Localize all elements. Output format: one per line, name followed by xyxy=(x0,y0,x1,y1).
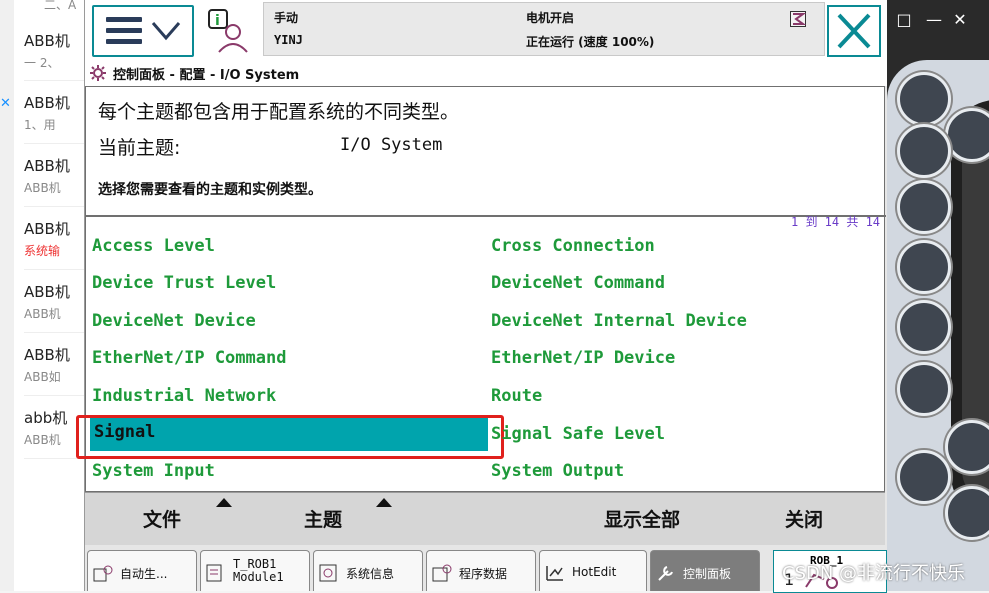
command-bar: 文件 主题 显示全部 关闭 xyxy=(85,492,885,545)
chevron-down-icon xyxy=(151,22,181,41)
close-icon[interactable]: ✕ xyxy=(0,96,11,111)
minimize-icon[interactable]: — xyxy=(923,10,945,32)
increment-button[interactable] xyxy=(897,300,951,354)
status-panel: 手动 YINJ 电机开启 正在运行 (速度 100%) xyxy=(263,2,825,56)
show-all-button[interactable]: 显示全部 xyxy=(604,505,680,532)
motion-mode-button[interactable] xyxy=(897,240,951,294)
close-button[interactable] xyxy=(827,5,881,57)
topic-system-output[interactable]: System Output xyxy=(491,461,624,481)
flexpendant-window: i 手动 YINJ 电机开启 正在运行 (速度 100%) 控制面板 - 配置 … xyxy=(76,0,887,593)
bg-top-text: 二、A xyxy=(44,0,77,12)
hamburger-icon xyxy=(106,17,142,44)
highlight-box xyxy=(76,415,504,459)
topic-ethernetip-command[interactable]: EtherNet/IP Command xyxy=(92,348,286,368)
module-icon xyxy=(206,564,222,582)
system-info-icon xyxy=(319,564,337,582)
list-item[interactable]: ABB机 ABB机 xyxy=(24,155,84,196)
window-title: 控制面板 - 配置 - I/O System xyxy=(113,68,300,83)
program-data-icon xyxy=(432,564,452,582)
list-item[interactable]: abb机 ABB机 xyxy=(24,407,84,448)
close-view-button[interactable]: 关闭 xyxy=(785,505,823,532)
topic-menu-button[interactable]: 主题 xyxy=(304,505,342,532)
hardware-button-1[interactable] xyxy=(897,72,951,126)
description-text: 每个主题都包含用于配置系统的不同类型。 xyxy=(98,101,460,123)
config-content: 每个主题都包含用于配置系统的不同类型。 当前主题: I/O System 选择您… xyxy=(76,86,886,492)
task-t-rob1-module1[interactable]: T_ROB1 Module1 xyxy=(200,550,310,591)
file-menu-button[interactable]: 文件 xyxy=(143,505,181,532)
top-bar: i 手动 YINJ 电机开启 正在运行 (速度 100%) xyxy=(85,0,887,60)
list-item[interactable]: ABB机 ABB如 xyxy=(24,344,84,385)
topic-devicenet-device[interactable]: DeviceNet Device xyxy=(92,311,256,331)
divider xyxy=(86,215,886,217)
window-title-bar: 控制面板 - 配置 - I/O System xyxy=(85,60,887,86)
main-menu-button[interactable] xyxy=(92,5,194,57)
topic-access-level[interactable]: Access Level xyxy=(92,236,215,256)
task-control-panel[interactable]: 控制面板 xyxy=(650,550,760,591)
hardware-button-menu[interactable] xyxy=(897,362,951,416)
task-system-info[interactable]: 系统信息 xyxy=(313,550,423,591)
instruction-text: 选择您需要查看的主题和实例类型。 xyxy=(98,182,322,198)
current-topic-value: I/O System xyxy=(340,135,443,155)
list-item[interactable]: ABB机一 2、 xyxy=(24,30,84,71)
list-item[interactable]: ABB机 ABB机 xyxy=(24,281,84,322)
pager-text: 1 到 14 共 14 xyxy=(791,215,881,229)
topic-ethernetip-device[interactable]: EtherNet/IP Device xyxy=(491,348,675,368)
pendant-hardware: □ — ✕ xyxy=(887,0,989,591)
step-back-button[interactable] xyxy=(897,450,951,504)
menu-up-arrow-icon xyxy=(216,498,232,507)
topic-devicenet-command[interactable]: DeviceNet Command xyxy=(491,273,665,293)
task-program-data[interactable]: 程序数据 xyxy=(426,550,536,591)
topic-route[interactable]: Route xyxy=(491,386,542,406)
event-log-icon[interactable] xyxy=(790,11,806,27)
mechanical-unit-button[interactable] xyxy=(897,180,951,234)
topic-system-input[interactable]: System Input xyxy=(92,461,215,481)
topic-device-trust-level[interactable]: Device Trust Level xyxy=(92,273,276,293)
gear-icon xyxy=(90,65,106,81)
task-auto-generated[interactable]: 自动生... xyxy=(87,550,197,591)
topic-cross-connection[interactable]: Cross Connection xyxy=(491,236,655,256)
mode-text: 手动 xyxy=(274,11,299,25)
station-text: YINJ xyxy=(274,33,303,47)
auto-icon xyxy=(93,565,113,582)
list-item[interactable]: ABB机 系统输 xyxy=(24,218,84,259)
maximize-icon[interactable]: □ xyxy=(893,10,915,32)
task-hotedit[interactable]: HotEdit xyxy=(539,550,647,591)
run-state-text: 正在运行 (速度 100%) xyxy=(526,35,655,49)
list-item[interactable]: ABB机 1、用 xyxy=(24,92,84,133)
svg-text:i: i xyxy=(215,13,220,29)
motor-state-text: 电机开启 xyxy=(526,11,575,25)
window-close-icon[interactable]: ✕ xyxy=(949,10,971,32)
taskbar: 自动生... T_ROB1 Module1 系统信息 程序数据 HotEdit … xyxy=(85,545,887,593)
page-edge xyxy=(0,0,14,591)
background-webpage: 二、A ✕ ABB机一 2、 ABB机 1、用 ABB机 ABB机 ABB机 系统输 … xyxy=(0,0,84,591)
menu-up-arrow-icon xyxy=(376,498,392,507)
operator-info-icon[interactable]: i xyxy=(203,6,251,54)
topic-devicenet-internal-device[interactable]: DeviceNet Internal Device xyxy=(491,311,747,331)
watermark: CSDN @非流行不快乐 xyxy=(782,563,966,584)
hardware-button-3[interactable] xyxy=(897,124,951,178)
current-topic-label: 当前主题: xyxy=(98,137,181,159)
topic-industrial-network[interactable]: Industrial Network xyxy=(92,386,276,406)
hotedit-icon xyxy=(546,566,563,581)
wrench-icon xyxy=(658,566,673,581)
topic-signal-safe-level[interactable]: Signal Safe Level xyxy=(491,424,665,444)
